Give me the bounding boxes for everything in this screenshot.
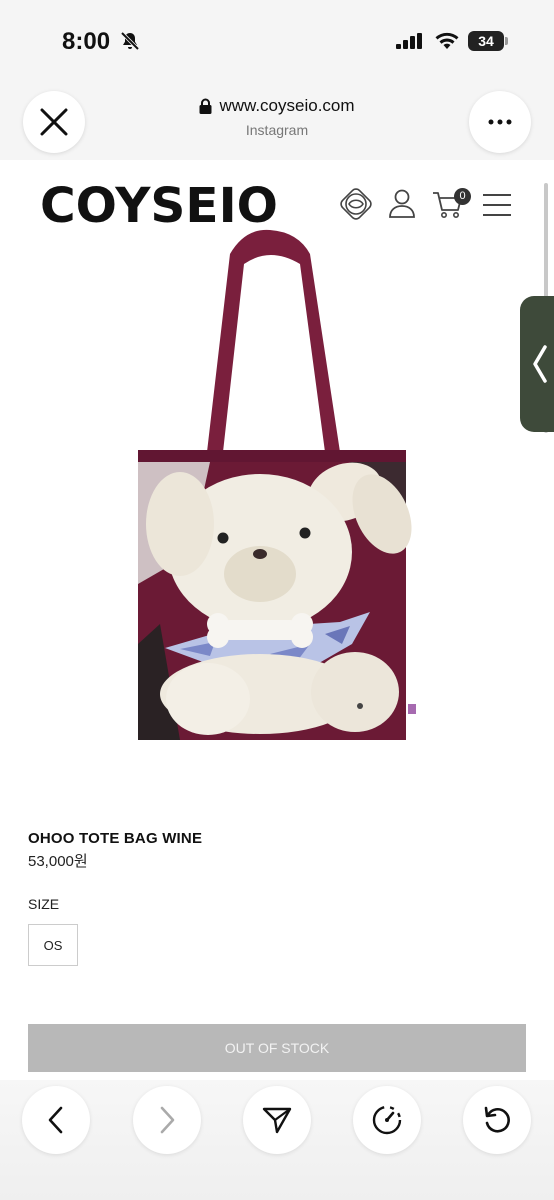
more-icon bbox=[488, 119, 512, 125]
site-header: COYSEIO 0 bbox=[0, 160, 554, 230]
close-button[interactable] bbox=[23, 91, 85, 153]
forward-button[interactable] bbox=[133, 1086, 201, 1154]
brand-symbol-icon[interactable] bbox=[340, 188, 372, 220]
product-price: 53,000원 bbox=[28, 853, 88, 870]
reload-icon bbox=[484, 1106, 510, 1133]
battery-icon: 34 bbox=[468, 31, 508, 51]
out-of-stock-button[interactable]: OUT OF STOCK bbox=[28, 1024, 526, 1072]
lock-icon bbox=[199, 98, 212, 114]
referrer-label: Instagram bbox=[245, 122, 309, 138]
more-button[interactable] bbox=[469, 91, 531, 153]
close-icon bbox=[40, 108, 68, 136]
share-button[interactable] bbox=[243, 1086, 311, 1154]
browser-toolbar bbox=[0, 1080, 554, 1200]
menu-icon[interactable] bbox=[482, 193, 512, 217]
chevron-left-icon bbox=[533, 345, 547, 383]
page-url: www.coyseio.com bbox=[219, 96, 355, 115]
product-name: OHOO TOTE BAG WINE bbox=[28, 830, 203, 847]
side-panel-handle[interactable] bbox=[520, 296, 554, 432]
speed-button[interactable] bbox=[353, 1086, 421, 1154]
battery-level: 34 bbox=[468, 31, 504, 51]
logo-text: COYSEIO bbox=[40, 180, 278, 228]
chevron-right-icon bbox=[160, 1106, 175, 1134]
wifi-icon bbox=[435, 32, 459, 49]
product-image[interactable] bbox=[120, 224, 430, 764]
site-logo[interactable]: COYSEIO bbox=[40, 180, 280, 228]
size-option-os[interactable]: OS bbox=[28, 924, 78, 966]
bell-slash-icon bbox=[120, 31, 140, 51]
speedometer-icon bbox=[372, 1105, 402, 1135]
cart-count-badge: 0 bbox=[454, 188, 471, 205]
back-button[interactable] bbox=[22, 1086, 90, 1154]
signal-icon bbox=[396, 33, 422, 49]
chevron-left-icon bbox=[48, 1106, 63, 1134]
share-icon bbox=[262, 1107, 292, 1134]
reload-button[interactable] bbox=[463, 1086, 531, 1154]
size-label: SIZE bbox=[28, 896, 60, 912]
status-bar: 8:00 34 bbox=[0, 0, 554, 80]
address-bar[interactable]: www.coyseio.com Instagram bbox=[140, 96, 414, 138]
status-time: 8:00 bbox=[62, 28, 111, 55]
browser-header: www.coyseio.com Instagram bbox=[0, 80, 554, 160]
user-icon[interactable] bbox=[388, 188, 416, 218]
